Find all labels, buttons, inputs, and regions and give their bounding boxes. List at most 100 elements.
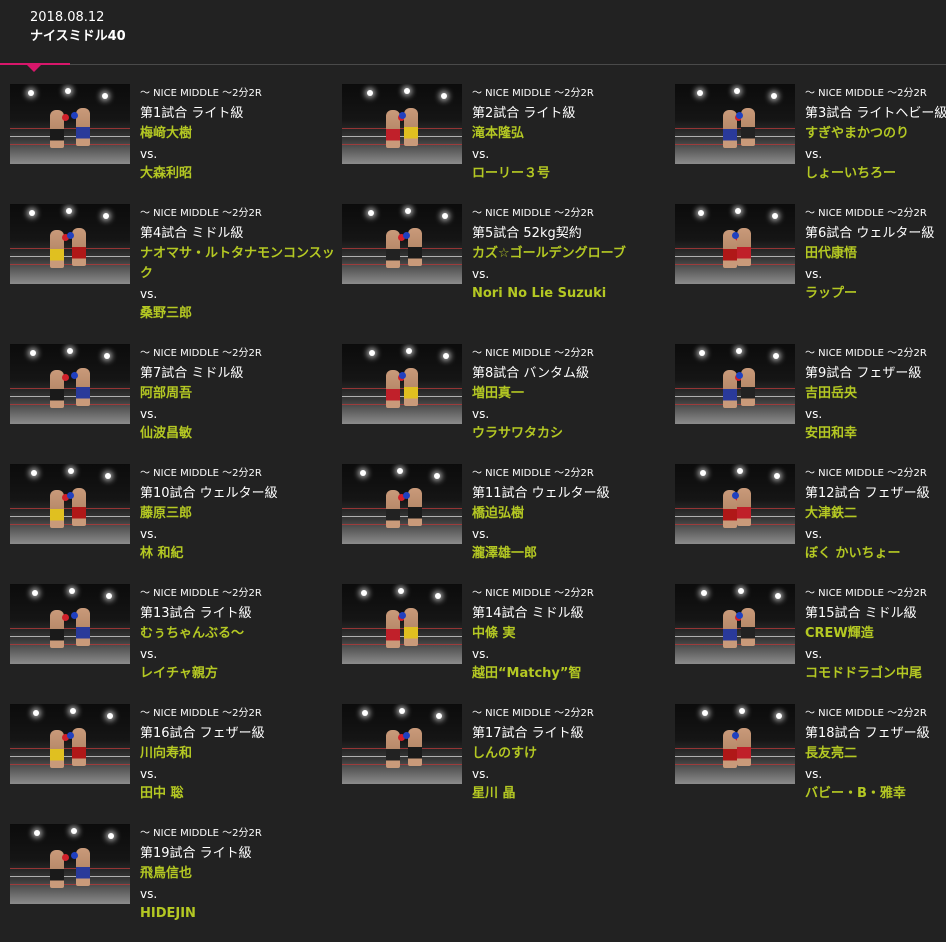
bout-photo[interactable] <box>675 464 795 544</box>
glove-icon <box>736 612 743 619</box>
ring-rope <box>342 756 462 757</box>
bout-photo[interactable] <box>10 704 130 784</box>
bout-card[interactable]: ～ NICE MIDDLE ～2分2R 第9試合 フェザー級 吉田岳央 vs. 安田和幸 <box>675 344 946 462</box>
bout-photo[interactable] <box>10 584 130 664</box>
bout-photo[interactable] <box>342 204 462 284</box>
bout-card[interactable]: ～ NICE MIDDLE ～2分2R 第13試合 ライト級 むぅちゃんぶる～ vs.… <box>10 584 340 702</box>
fighter-blue-name[interactable]: 星川 晶 <box>472 784 672 804</box>
glove-icon <box>399 372 406 379</box>
bout-card[interactable]: ～ NICE MIDDLE ～2分2R 第10試合 ウェルター級 藤原三郎 vs. 林 … <box>10 464 340 582</box>
event-name: ～ NICE MIDDLE ～2分2R <box>140 88 262 99</box>
fighter-red-name[interactable]: 滝本隆弘 <box>472 124 672 144</box>
bout-photo[interactable] <box>675 344 795 424</box>
bout-info: ～ NICE MIDDLE ～2分2R 第8試合 バンタム級 増田真一 vs. ウラサワ… <box>472 344 672 444</box>
fighter-blue-name[interactable]: ぼく かいちょー <box>805 544 946 564</box>
match-title: 第8試合 バンタム級 <box>472 366 590 381</box>
bout-photo[interactable] <box>10 464 130 544</box>
fighter-blue-name[interactable]: 越田“Matchy”智 <box>472 664 672 684</box>
bout-card[interactable]: ～ NICE MIDDLE ～2分2R 第12試合 フェザー級 大津鉄二 vs. ぼく … <box>675 464 946 582</box>
fighter-figure <box>76 108 90 146</box>
fighter-red-name[interactable]: カズ☆ゴールデングローブ <box>472 244 672 264</box>
fighter-blue-name[interactable]: 大森利昭 <box>140 164 340 184</box>
bout-photo[interactable] <box>675 704 795 784</box>
bout-photo[interactable] <box>10 84 130 164</box>
fighter-figure <box>408 728 422 766</box>
fighter-blue-name[interactable]: しょーいちろー <box>805 164 946 184</box>
bout-card[interactable]: ～ NICE MIDDLE ～2分2R 第11試合 ウェルター級 橋迫弘樹 vs. 瀧澤… <box>342 464 672 582</box>
glove-icon <box>732 492 739 499</box>
bout-card[interactable]: ～ NICE MIDDLE ～2分2R 第4試合 ミドル級 ナオマサ・ルトタナモンコ… <box>10 204 340 322</box>
fighter-red-name[interactable]: 橋迫弘樹 <box>472 504 672 524</box>
bout-photo[interactable] <box>10 204 130 284</box>
bout-photo[interactable] <box>342 704 462 784</box>
ring-rope <box>10 136 130 137</box>
fighter-red-name[interactable]: 阿部周吾 <box>140 384 340 404</box>
fighter-red-name[interactable]: 藤原三郎 <box>140 504 340 524</box>
ring-rope <box>10 508 130 509</box>
spotlight-icon <box>443 353 449 359</box>
fighter-red-name[interactable]: 梅﨑大樹 <box>140 124 340 144</box>
bout-card[interactable]: ～ NICE MIDDLE ～2分2R 第1試合 ライト級 梅﨑大樹 vs. 大森利昭 <box>10 84 340 202</box>
fighter-blue-name[interactable]: HIDEJIN <box>140 904 340 924</box>
fighter-blue-name[interactable]: 仙波昌敏 <box>140 424 340 444</box>
fighter-blue-name[interactable]: 林 和紀 <box>140 544 340 564</box>
fighter-red-name[interactable]: 増田真一 <box>472 384 672 404</box>
fighter-red-name[interactable]: 中條 実 <box>472 624 672 644</box>
bout-card[interactable]: ～ NICE MIDDLE ～2分2R 第6試合 ウェルター級 田代康悟 vs. ラップ… <box>675 204 946 322</box>
fighter-figure <box>72 728 86 766</box>
fighter-figure <box>404 608 418 646</box>
fighter-blue-name[interactable]: レイチャ親方 <box>140 664 340 684</box>
bout-card[interactable]: ～ NICE MIDDLE ～2分2R 第14試合 ミドル級 中條 実 vs. 越田“M… <box>342 584 672 702</box>
fighter-red-name[interactable]: 飛鳥信也 <box>140 864 340 884</box>
fighter-red-name[interactable]: 川向寿和 <box>140 744 340 764</box>
fighter-red-name[interactable]: 吉田岳央 <box>805 384 946 404</box>
fighter-blue-name[interactable]: バビー・B・雅幸 <box>805 784 946 804</box>
bout-card[interactable]: ～ NICE MIDDLE ～2分2R 第5試合 52kg契約 カズ☆ゴールデングロ… <box>342 204 672 322</box>
ring-rope <box>342 636 462 637</box>
fighter-blue-name[interactable]: ローリー３号 <box>472 164 672 184</box>
bout-photo[interactable] <box>675 584 795 664</box>
bout-photo[interactable] <box>342 464 462 544</box>
fighter-blue-name[interactable]: コモドドラゴン中尾 <box>805 664 946 684</box>
bout-photo[interactable] <box>675 84 795 164</box>
fighter-red-name[interactable]: すぎやまかつのり <box>805 124 946 144</box>
bout-card[interactable]: ～ NICE MIDDLE ～2分2R 第2試合 ライト級 滝本隆弘 vs. ローリー３… <box>342 84 672 202</box>
fighter-blue-name[interactable]: 安田和幸 <box>805 424 946 444</box>
spotlight-icon <box>434 473 440 479</box>
bout-card[interactable]: ～ NICE MIDDLE ～2分2R 第17試合 ライト級 しんのすけ vs. 星川 … <box>342 704 672 822</box>
bout-card[interactable]: ～ NICE MIDDLE ～2分2R 第8試合 バンタム級 増田真一 vs. ウラサワ… <box>342 344 672 462</box>
match-title: 第19試合 ライト級 <box>140 846 252 861</box>
fighter-red-name[interactable]: むぅちゃんぶる～ <box>140 624 340 644</box>
ring-rope <box>10 516 130 517</box>
bout-card[interactable]: ～ NICE MIDDLE ～2分2R 第15試合 ミドル級 CREW輝造 vs. コモ… <box>675 584 946 702</box>
bout-card[interactable]: ～ NICE MIDDLE ～2分2R 第7試合 ミドル級 阿部周吾 vs. 仙波昌敏 <box>10 344 340 462</box>
bout-photo[interactable] <box>10 344 130 424</box>
fighter-blue-name[interactable]: ラップー <box>805 284 946 304</box>
fighter-blue-name[interactable]: ウラサワタカシ <box>472 424 672 444</box>
fighter-blue-name[interactable]: 桑野三郎 <box>140 304 340 324</box>
bout-card[interactable]: ～ NICE MIDDLE ～2分2R 第19試合 ライト級 飛鳥信也 vs. HIDE… <box>10 824 340 942</box>
fighter-red-name[interactable]: 長友亮二 <box>805 744 946 764</box>
event-name: ～ NICE MIDDLE ～2分2R <box>805 588 927 599</box>
bout-info: ～ NICE MIDDLE ～2分2R 第6試合 ウェルター級 田代康悟 vs. ラップ… <box>805 204 946 304</box>
vs-label: vs. <box>472 767 490 781</box>
fighter-red-name[interactable]: しんのすけ <box>472 744 672 764</box>
bout-photo[interactable] <box>10 824 130 904</box>
bout-photo[interactable] <box>342 344 462 424</box>
fighter-blue-name[interactable]: 瀧澤雄一郎 <box>472 544 672 564</box>
bout-photo[interactable] <box>675 204 795 284</box>
fighter-red-name[interactable]: CREW輝造 <box>805 624 946 644</box>
bout-card[interactable]: ～ NICE MIDDLE ～2分2R 第18試合 フェザー級 長友亮二 vs. バビー… <box>675 704 946 822</box>
fighter-red-name[interactable]: ナオマサ・ルトタナモンコンスック <box>140 244 340 284</box>
bout-photo[interactable] <box>342 84 462 164</box>
fighter-red-name[interactable]: 田代康悟 <box>805 244 946 264</box>
bout-card[interactable]: ～ NICE MIDDLE ～2分2R 第3試合 ライトヘビー級 すぎやまかつのり v… <box>675 84 946 202</box>
vs-label: vs. <box>472 527 490 541</box>
bout-card[interactable]: ～ NICE MIDDLE ～2分2R 第16試合 フェザー級 川向寿和 vs. 田中 … <box>10 704 340 822</box>
bout-photo[interactable] <box>342 584 462 664</box>
vs-label: vs. <box>140 887 158 901</box>
fighter-blue-name[interactable]: 田中 聡 <box>140 784 340 804</box>
spotlight-icon <box>107 713 113 719</box>
fighter-red-name[interactable]: 大津鉄二 <box>805 504 946 524</box>
fighter-blue-name[interactable]: Nori No Lie Suzuki <box>472 284 672 304</box>
